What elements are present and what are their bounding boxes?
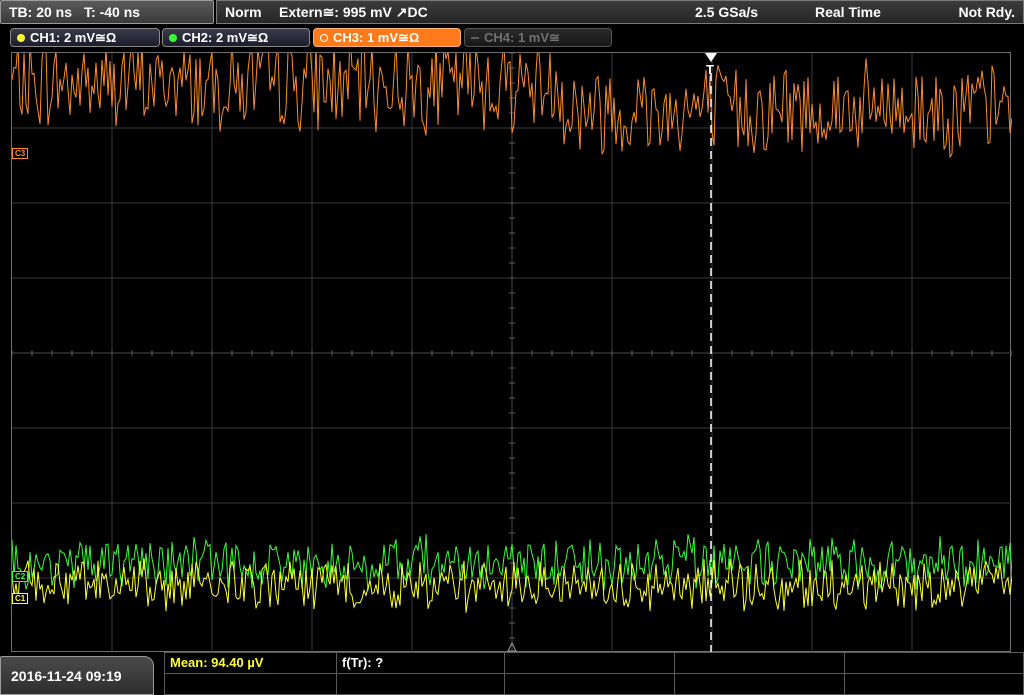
ch2-ref-marker[interactable]: C2: [12, 571, 29, 582]
measurement-slot-8[interactable]: [505, 674, 675, 695]
sample-rate: 2.5 GSa/s: [695, 4, 759, 20]
trigger-label: T: [706, 62, 714, 77]
measurement-slot-3[interactable]: [505, 653, 675, 674]
measurement-slot-4[interactable]: [675, 653, 845, 674]
ch3-ref-marker[interactable]: C3: [12, 148, 29, 159]
tab-ch3[interactable]: CH3: 1 mV≅Ω: [313, 28, 461, 47]
graticule-grid: [12, 53, 1012, 653]
ch2-dot-icon: [169, 33, 177, 42]
ch1-dot-icon: [17, 33, 25, 42]
trigger-time-value: T: -40 ns: [84, 4, 141, 20]
tab-ch1-label: CH1: 2 mV≅Ω: [30, 29, 117, 45]
timebase-value: TB: 20 ns: [9, 4, 73, 20]
tab-ch4[interactable]: CH4: 1 mV≅: [464, 28, 612, 47]
acquisition-status-box[interactable]: Norm Extern≅: 995 mV ↗DC 2.5 GSa/s Real …: [216, 0, 1024, 24]
waveform-display[interactable]: [11, 52, 1012, 653]
measurement-table: Mean: 94.40 µV f(Tr): ?: [164, 652, 1024, 695]
tab-ch4-label: CH4: 1 mV≅: [484, 29, 560, 45]
measurement-slot-7[interactable]: [337, 674, 505, 695]
ch1-ref-marker[interactable]: C1: [12, 593, 29, 604]
measurement-slot-6[interactable]: [165, 674, 337, 695]
tab-ch2-label: CH2: 2 mV≅Ω: [182, 29, 269, 45]
acq-mode: Norm: [225, 4, 262, 20]
measurement-mean[interactable]: Mean: 94.40 µV: [165, 653, 337, 674]
measurement-rise-freq[interactable]: f(Tr): ?: [337, 653, 505, 674]
tab-ch1[interactable]: CH1: 2 mV≅Ω: [10, 28, 160, 47]
ch4-dash-icon: [471, 36, 479, 39]
datetime-box: 2016-11-24 09:19: [0, 656, 154, 695]
graticule-svg: [12, 53, 1012, 653]
measurement-slot-5[interactable]: [845, 653, 1023, 674]
ch3-dot-icon: [320, 33, 328, 42]
measurement-slot-9[interactable]: [675, 674, 845, 695]
realtime-label: Real Time: [815, 4, 881, 20]
trigger-source: Extern≅: 995 mV ↗DC: [279, 4, 428, 20]
top-status-bar: TB: 20 ns T: -40 ns Norm Extern≅: 995 mV…: [0, 0, 1024, 24]
tab-ch2[interactable]: CH2: 2 mV≅Ω: [162, 28, 310, 47]
ready-status: Not Rdy.: [958, 4, 1015, 20]
datetime-value: 2016-11-24 09:19: [11, 667, 122, 684]
trigger-marker[interactable]: T: [702, 52, 720, 78]
measurement-slot-10[interactable]: [845, 674, 1023, 695]
timebase-box[interactable]: TB: 20 ns T: -40 ns: [0, 0, 214, 24]
tab-ch3-label: CH3: 1 mV≅Ω: [333, 29, 420, 45]
